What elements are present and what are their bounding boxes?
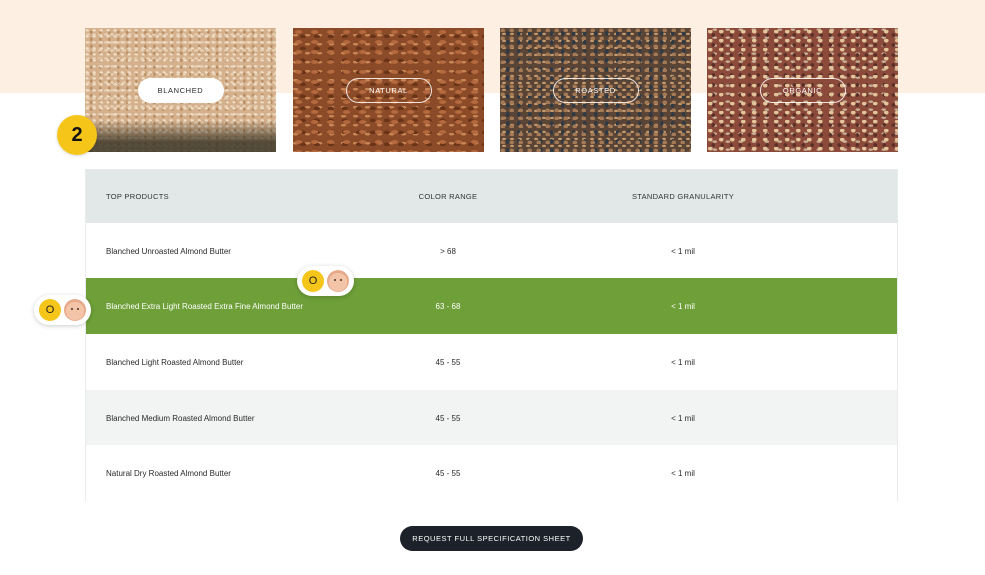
- product-name: Blanched Extra Light Roasted Extra Fine …: [106, 301, 303, 311]
- table-row-highlighted[interactable]: Blanched Extra Light Roasted Extra Fine …: [86, 278, 897, 334]
- product-name: Natural Dry Roasted Almond Butter: [106, 468, 231, 478]
- product-name: Blanched Unroasted Almond Butter: [106, 246, 231, 256]
- product-name: Blanched Medium Roasted Almond Butter: [106, 413, 255, 423]
- request-spec-sheet-button[interactable]: REQUEST FULL SPECIFICATION SHEET: [400, 526, 583, 551]
- product-table: TOP PRODUCTS COLOR RANGE STANDARD GRANUL…: [85, 169, 898, 501]
- user-initial-avatar: O: [302, 270, 324, 292]
- color-range-value: 63 - 68: [435, 301, 461, 311]
- category-tile-natural[interactable]: NATURAL: [293, 28, 484, 152]
- category-tile-blanched[interactable]: BLANCHED: [85, 28, 276, 152]
- granularity-value: < 1 mil: [671, 246, 695, 256]
- header-color-range: COLOR RANGE: [418, 192, 478, 201]
- granularity-value: < 1 mil: [671, 357, 695, 367]
- table-row[interactable]: Blanched Medium Roasted Almond Butter 45…: [86, 390, 897, 446]
- category-button-roasted[interactable]: ROASTED: [552, 78, 639, 103]
- color-range-value: 45 - 55: [435, 468, 461, 478]
- color-range-value: 45 - 55: [435, 357, 461, 367]
- table-header-row: TOP PRODUCTS COLOR RANGE STANDARD GRANUL…: [86, 170, 897, 223]
- category-button-organic[interactable]: ORGANIC: [759, 78, 846, 103]
- user-avatar-icon: [64, 299, 86, 321]
- user-avatar-icon: [327, 270, 349, 292]
- step-number-badge: 2: [57, 115, 97, 155]
- table-row[interactable]: Blanched Light Roasted Almond Butter 45 …: [86, 334, 897, 390]
- granularity-value: < 1 mil: [671, 413, 695, 423]
- header-standard-granularity: STANDARD GRANULARITY: [631, 192, 735, 201]
- user-initial-avatar: O: [39, 299, 61, 321]
- color-range-value: > 68: [440, 246, 456, 256]
- category-tile-roasted[interactable]: ROASTED: [500, 28, 691, 152]
- table-row[interactable]: Blanched Unroasted Almond Butter > 68 < …: [86, 223, 897, 279]
- granularity-value: < 1 mil: [671, 468, 695, 478]
- color-range-value: 45 - 55: [435, 413, 461, 423]
- category-button-blanched[interactable]: BLANCHED: [137, 78, 224, 103]
- product-name: Blanched Light Roasted Almond Butter: [106, 357, 244, 367]
- category-tile-organic[interactable]: ORGANIC: [707, 28, 898, 152]
- header-top-products: TOP PRODUCTS: [106, 192, 169, 201]
- comment-marker[interactable]: O: [297, 266, 354, 296]
- comment-marker[interactable]: O: [34, 295, 91, 325]
- granularity-value: < 1 mil: [671, 301, 695, 311]
- category-button-natural[interactable]: NATURAL: [345, 78, 432, 103]
- table-row[interactable]: Natural Dry Roasted Almond Butter 45 - 5…: [86, 445, 897, 501]
